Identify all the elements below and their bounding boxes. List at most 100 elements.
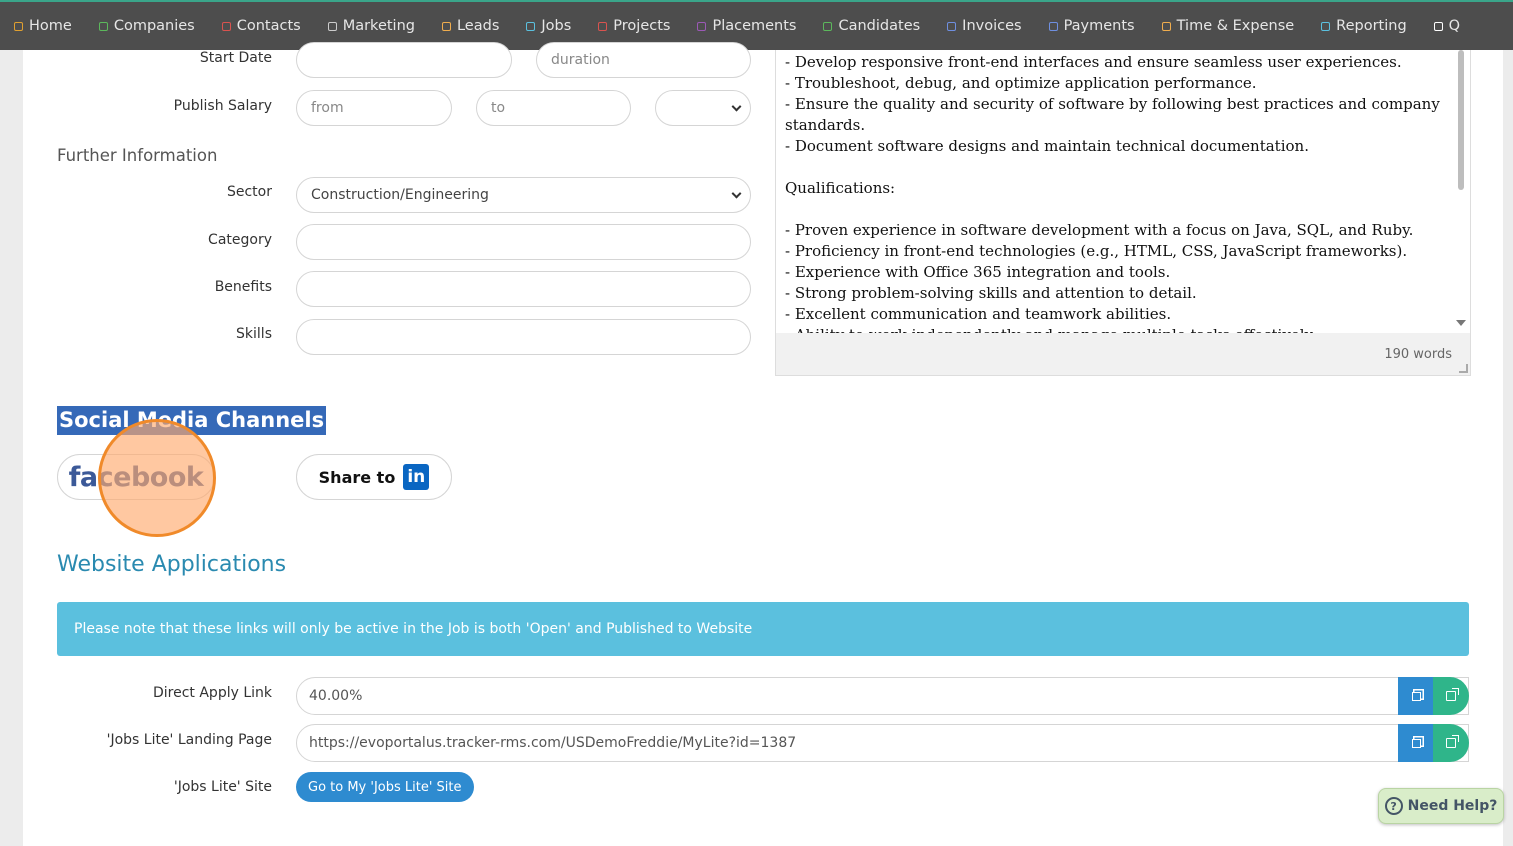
nav-label: Time & Expense <box>1176 18 1295 34</box>
nav-label: Home <box>29 18 72 34</box>
nav-icon <box>526 21 536 31</box>
lite-site-label: 'Jobs Lite' Site <box>173 779 272 795</box>
editor-line: - Proficiency in front-end technologies … <box>785 242 1408 260</box>
copy-direct-apply-button[interactable] <box>1398 677 1434 715</box>
copy-icon <box>1411 738 1421 748</box>
resize-handle-icon[interactable] <box>1459 364 1468 373</box>
need-help-button[interactable]: ? Need Help? <box>1378 788 1504 824</box>
start-date-input[interactable] <box>296 42 512 78</box>
open-landing-page-button[interactable] <box>1433 724 1469 762</box>
nav-label: Companies <box>113 18 195 34</box>
nav-icon <box>98 21 108 31</box>
nav-item-projects[interactable]: Projects <box>598 18 670 34</box>
nav-label: Contacts <box>236 18 301 34</box>
salary-period-select[interactable] <box>655 90 751 126</box>
nav-label: Payments <box>1063 18 1135 34</box>
nav-label: Invoices <box>962 18 1022 34</box>
nav-icon <box>947 21 957 31</box>
open-direct-apply-button[interactable] <box>1433 677 1469 715</box>
nav-label: Projects <box>613 18 671 34</box>
nav-item-home[interactable]: Home <box>14 18 72 34</box>
word-count: 190 words <box>1384 347 1452 362</box>
top-navigation: Home Companies Contacts Marketing Leads Jobs P… <box>0 0 1513 50</box>
nav-item-time-expense[interactable]: Time & Expense <box>1161 18 1295 34</box>
linkedin-share-label: Share to <box>318 467 396 487</box>
editor-line: - Strong problem-solving skills and atte… <box>785 284 1197 302</box>
chevron-down-icon <box>731 101 742 112</box>
sector-value: Construction/Engineering <box>311 187 489 203</box>
editor-line: - Proven experience in software developm… <box>785 221 1414 239</box>
external-link-icon <box>1446 688 1459 701</box>
nav-item-candidates[interactable]: Candidates <box>823 18 920 34</box>
nav-icon <box>823 21 833 31</box>
description-text-area[interactable]: - Develop responsive front-end interface… <box>776 50 1470 333</box>
job-edit-panel: Start Date duration Publish Salary from … <box>23 42 1503 846</box>
further-information-title: Further Information <box>57 146 218 165</box>
need-help-label: Need Help? <box>1407 798 1498 814</box>
editor-line: - Troubleshoot, debug, and optimize appl… <box>785 74 1257 92</box>
chevron-down-icon <box>731 188 742 199</box>
editor-line: - Develop responsive front-end interface… <box>785 53 1402 71</box>
go-to-lite-site-button[interactable]: Go to My 'Jobs Lite' Site <box>296 772 474 802</box>
nav-icon <box>1161 21 1171 31</box>
editor-line: Qualifications: <box>785 179 896 197</box>
benefits-input[interactable] <box>296 271 751 307</box>
social-media-channels-title: Social Media Channels <box>57 406 327 435</box>
nav-icon <box>14 21 23 31</box>
nav-label: Jobs <box>541 18 572 34</box>
salary-from-input[interactable]: from <box>296 90 452 126</box>
editor-line: - Experience with Office 365 integration… <box>785 263 1171 281</box>
nav-label: Placements <box>712 18 797 34</box>
landing-page-field[interactable]: https://evoportalus.tracker-rms.com/USDe… <box>296 724 1469 762</box>
direct-apply-field[interactable]: 40.00% <box>296 677 1469 715</box>
landing-page-label: 'Jobs Lite' Landing Page <box>106 732 272 748</box>
editor-line: - Document software designs and maintain… <box>785 137 1309 155</box>
category-input[interactable] <box>296 224 751 260</box>
nav-icon <box>327 21 337 31</box>
description-editor: - Develop responsive front-end interface… <box>775 50 1471 376</box>
duration-input[interactable]: duration <box>536 42 751 78</box>
start-date-label: Start Date <box>199 50 272 66</box>
scroll-down-arrow-icon[interactable] <box>1456 320 1466 326</box>
nav-item-leads[interactable]: Leads <box>441 18 500 34</box>
facebook-share-button[interactable]: facebook <box>57 454 215 500</box>
nav-item-jobs[interactable]: Jobs <box>526 18 571 34</box>
editor-line: - Excellent communication and teamwork a… <box>785 305 1172 323</box>
benefits-label: Benefits <box>214 279 272 295</box>
nav-item-invoices[interactable]: Invoices <box>947 18 1022 34</box>
landing-page-value: https://evoportalus.tracker-rms.com/USDe… <box>309 735 797 751</box>
help-icon: ? <box>1384 797 1403 815</box>
direct-apply-label: Direct Apply Link <box>152 685 272 701</box>
nav-item-placements[interactable]: Placements <box>697 18 796 34</box>
nav-label: Marketing <box>342 18 415 34</box>
facebook-logo-text: facebook <box>68 461 204 493</box>
nav-item-companies[interactable]: Companies <box>98 18 195 34</box>
category-label: Category <box>208 232 272 248</box>
nav-item-contacts[interactable]: Contacts <box>221 18 301 34</box>
nav-item-reporting[interactable]: Reporting <box>1321 18 1407 34</box>
editor-line: - Ability to work independently and mana… <box>785 325 1444 333</box>
salary-to-input[interactable]: to <box>476 90 631 126</box>
sector-label: Sector <box>226 184 272 200</box>
copy-icon <box>1411 691 1421 701</box>
nav-icon <box>598 21 608 31</box>
editor-line: - Ensure the quality and security of sof… <box>785 95 1445 134</box>
editor-scrollbar[interactable] <box>1458 50 1464 190</box>
nav-label: Leads <box>456 18 500 34</box>
nav-icon <box>1048 21 1058 31</box>
nav-label: Reporting <box>1336 18 1407 34</box>
linkedin-share-button[interactable]: Share to in <box>296 454 452 500</box>
nav-item-q[interactable]: Q <box>1433 18 1460 34</box>
nav-icon <box>221 21 231 31</box>
nav-item-marketing[interactable]: Marketing <box>327 18 415 34</box>
nav-label: Candidates <box>838 18 921 34</box>
copy-landing-page-button[interactable] <box>1398 724 1434 762</box>
publish-salary-label: Publish Salary <box>173 98 272 114</box>
nav-item-payments[interactable]: Payments <box>1048 18 1135 34</box>
nav-icon <box>697 21 707 31</box>
sector-select[interactable]: Construction/Engineering <box>296 177 751 213</box>
skills-label: Skills <box>236 326 272 342</box>
skills-input[interactable] <box>296 319 751 355</box>
